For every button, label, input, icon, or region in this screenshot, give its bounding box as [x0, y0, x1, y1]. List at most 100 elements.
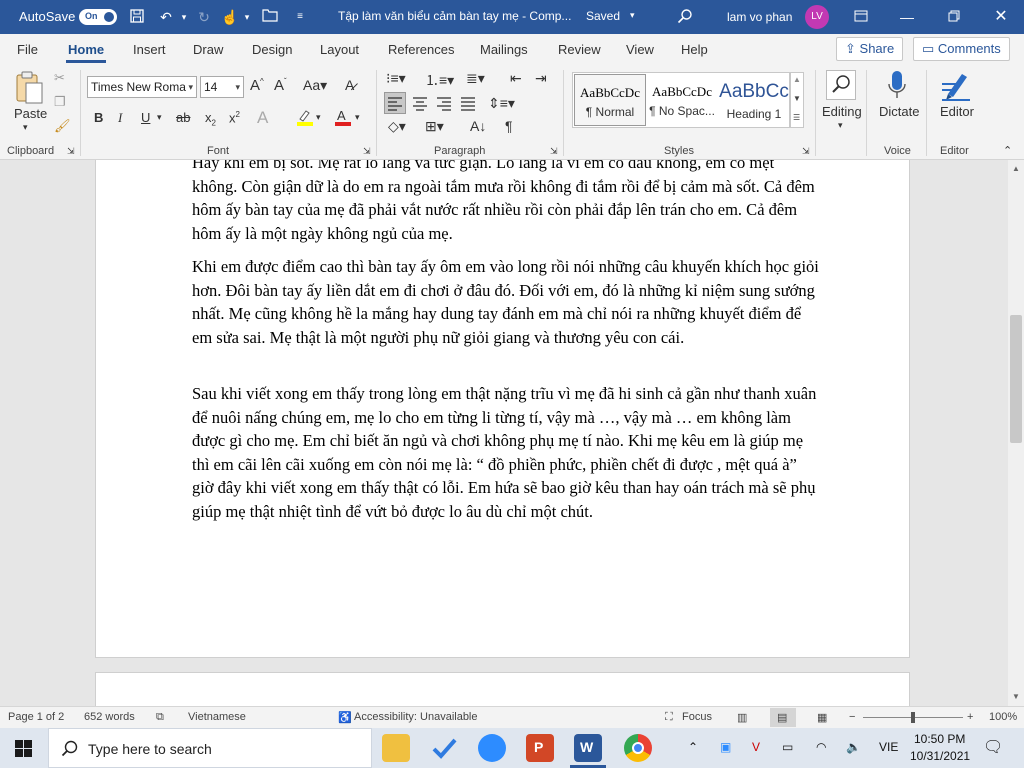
- editing-label[interactable]: Editing: [822, 104, 862, 119]
- volume-icon[interactable]: 🔈: [846, 740, 861, 754]
- zoom-slider-thumb[interactable]: [911, 712, 915, 723]
- word-icon[interactable]: W: [574, 734, 602, 762]
- format-painter-icon[interactable]: 🖌: [54, 118, 71, 134]
- superscript-icon[interactable]: x2: [229, 110, 240, 125]
- paragraph[interactable]: Hay khi em bị sốt. Mẹ rất lo lắng và tức…: [192, 160, 822, 245]
- italic-icon[interactable]: I: [118, 110, 122, 126]
- tab-file[interactable]: File: [17, 42, 38, 57]
- font-color-dropdown-icon[interactable]: ▾: [355, 112, 360, 123]
- bold-icon[interactable]: B: [94, 110, 103, 125]
- close-icon[interactable]: ✕: [992, 8, 1010, 26]
- justify-icon[interactable]: [458, 93, 478, 116]
- numbering-icon[interactable]: ⒈≡▾: [425, 70, 454, 90]
- tab-home[interactable]: Home: [68, 42, 104, 57]
- clock-date[interactable]: 10/31/2021: [910, 749, 970, 763]
- font-size-combo[interactable]: 14 ▾: [200, 76, 244, 98]
- microphone-icon[interactable]: [886, 70, 908, 105]
- vertical-scrollbar[interactable]: ▲ ▼: [1008, 160, 1024, 706]
- battery-icon[interactable]: ▭: [782, 740, 793, 754]
- copy-icon[interactable]: ❐: [54, 94, 66, 110]
- bullets-icon[interactable]: ⁝≡▾: [386, 70, 406, 87]
- customize-qat-icon[interactable]: ≡: [291, 8, 309, 26]
- collapse-ribbon-icon[interactable]: ⌃: [1003, 144, 1012, 157]
- print-layout-button[interactable]: ▤: [770, 708, 796, 727]
- accessibility-status[interactable]: Accessibility: Unavailable: [354, 711, 478, 723]
- autosave-toggle[interactable]: On: [79, 9, 117, 25]
- input-language[interactable]: VIE: [879, 740, 898, 754]
- todo-icon[interactable]: [430, 734, 458, 762]
- avatar[interactable]: LV: [805, 5, 829, 29]
- web-layout-icon[interactable]: ▦: [817, 711, 827, 724]
- touch-dropdown-icon[interactable]: ▾: [238, 8, 256, 26]
- page-count[interactable]: Page 1 of 2: [8, 711, 64, 723]
- sort-icon[interactable]: A↓: [470, 118, 486, 134]
- file-explorer-icon[interactable]: [382, 734, 410, 762]
- borders-icon[interactable]: ⊞▾: [425, 118, 444, 135]
- increase-indent-icon[interactable]: ⇥: [535, 70, 547, 87]
- show-marks-icon[interactable]: ¶: [505, 118, 513, 134]
- restore-icon[interactable]: [945, 8, 963, 26]
- show-hidden-icons-icon[interactable]: ⌃: [688, 740, 698, 754]
- unikey-tray-icon[interactable]: V: [752, 740, 760, 754]
- clock-time[interactable]: 10:50 PM: [914, 732, 965, 746]
- tab-view[interactable]: View: [626, 42, 654, 57]
- word-count[interactable]: 652 words: [84, 711, 135, 723]
- chrome-icon[interactable]: [624, 734, 652, 762]
- zoom-level[interactable]: 100%: [989, 711, 1017, 723]
- tab-layout[interactable]: Layout: [320, 42, 359, 57]
- highlight-dropdown-icon[interactable]: ▾: [316, 112, 321, 123]
- highlight-icon[interactable]: [296, 108, 314, 129]
- line-spacing-icon[interactable]: ⇕≡▾: [488, 95, 515, 112]
- font-launcher-icon[interactable]: ⇲: [363, 146, 371, 157]
- share-button[interactable]: ⇪ Share: [836, 37, 904, 61]
- saved-dropdown-icon[interactable]: ▾: [630, 10, 635, 21]
- comments-button[interactable]: ▭ Comments: [913, 37, 1010, 61]
- subscript-icon[interactable]: x2: [205, 110, 216, 128]
- editing-dropdown-icon[interactable]: ▾: [838, 120, 843, 131]
- tab-mailings[interactable]: Mailings: [480, 42, 528, 57]
- document-page-2[interactable]: [95, 672, 910, 706]
- user-name[interactable]: lam vo phan: [727, 10, 792, 24]
- taskbar-search[interactable]: Type here to search: [48, 728, 372, 768]
- paste-label[interactable]: Paste: [14, 106, 47, 121]
- notifications-icon[interactable]: 🗨: [983, 737, 1003, 757]
- zoom-app-icon[interactable]: [478, 734, 506, 762]
- more-styles-icon[interactable]: ☰: [793, 113, 800, 122]
- wifi-icon[interactable]: ◠: [816, 740, 826, 754]
- tab-help[interactable]: Help: [681, 42, 708, 57]
- style-heading-1[interactable]: AaBbCc Heading 1: [718, 74, 790, 126]
- paragraph-launcher-icon[interactable]: ⇲: [550, 146, 558, 157]
- scroll-thumb[interactable]: [1010, 315, 1022, 443]
- accessibility-icon[interactable]: ♿: [338, 711, 352, 724]
- paragraph[interactable]: Sau khi viết xong em thấy trong lòng em …: [192, 382, 822, 523]
- ribbon-display-icon[interactable]: [852, 8, 870, 26]
- minimize-icon[interactable]: —: [898, 8, 916, 26]
- focus-label[interactable]: Focus: [682, 711, 712, 723]
- shrink-font-icon[interactable]: Aˇ: [274, 77, 287, 94]
- style-normal[interactable]: AaBbCcDc ¶ Normal: [574, 74, 646, 126]
- editor-icon[interactable]: [940, 70, 972, 105]
- underline-dropdown-icon[interactable]: ▾: [157, 112, 162, 123]
- powerpoint-icon[interactable]: P: [526, 734, 554, 762]
- zoom-out-icon[interactable]: −: [849, 711, 855, 723]
- dictate-label[interactable]: Dictate: [879, 104, 919, 119]
- paste-dropdown-icon[interactable]: ▾: [23, 122, 28, 133]
- zoom-tray-icon[interactable]: ▣: [720, 740, 731, 754]
- touch-mode-icon[interactable]: ☝: [221, 8, 239, 26]
- decrease-indent-icon[interactable]: ⇤: [510, 70, 522, 87]
- underline-icon[interactable]: U: [141, 110, 150, 125]
- tab-review[interactable]: Review: [558, 42, 601, 57]
- cut-icon[interactable]: ✂: [54, 70, 65, 86]
- clear-formatting-icon[interactable]: A̷: [345, 77, 354, 93]
- zoom-in-icon[interactable]: +: [967, 711, 973, 723]
- document-page[interactable]: Hay khi em bị sốt. Mẹ rất lo lắng và tức…: [95, 160, 910, 658]
- scroll-up-icon[interactable]: ▲: [1008, 162, 1024, 176]
- strikethrough-icon[interactable]: ab: [176, 110, 190, 125]
- tab-draw[interactable]: Draw: [193, 42, 223, 57]
- font-name-combo[interactable]: Times New Roma ▾: [87, 76, 197, 98]
- windows-start-icon[interactable]: [15, 740, 32, 760]
- search-icon[interactable]: [676, 8, 694, 26]
- clipboard-launcher-icon[interactable]: ⇲: [67, 146, 75, 157]
- tab-design[interactable]: Design: [252, 42, 292, 57]
- read-mode-icon[interactable]: ▥: [737, 711, 747, 724]
